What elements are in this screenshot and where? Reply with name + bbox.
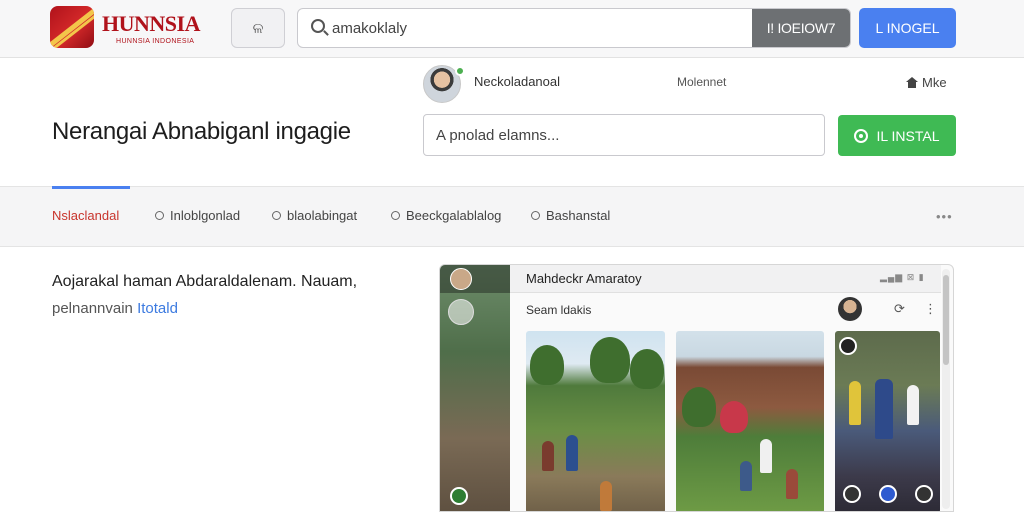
tab-circle-icon (272, 211, 281, 220)
photo-person (875, 379, 893, 439)
photo-person (907, 385, 919, 425)
install-icon (854, 128, 869, 143)
description-subtext: pelnannvain Itotald (52, 300, 178, 317)
home-icon (906, 77, 918, 88)
home-link-label: Mke (922, 75, 947, 90)
description-link[interactable]: Itotald (137, 300, 178, 317)
home-link[interactable]: Mke (906, 75, 947, 90)
search-bar: I! IOEIOW7 (297, 8, 851, 48)
preview-title: Mahdeckr Amaratoy (526, 271, 642, 286)
tab-label: blaolabingat (287, 208, 358, 223)
tab-circle-icon (391, 211, 400, 220)
active-tab-indicator (52, 186, 130, 189)
gallery-photo-1[interactable] (526, 331, 665, 511)
search-button[interactable]: I! IOEIOW7 (752, 9, 850, 47)
photo-person (566, 435, 578, 471)
photo-person (760, 439, 772, 473)
preview-subtitle: Seam ldakis (526, 303, 592, 317)
install-button[interactable]: IL INSTAL (838, 115, 956, 156)
app-switcher-icon: ଳ (252, 19, 264, 37)
photo-action-icon[interactable] (879, 485, 897, 503)
tab-label: Nslaclandal (52, 208, 120, 223)
tab-label: Bashanstal (546, 208, 611, 223)
description-text: Aojarakal haman Abdaraldalenam. Nauam, (52, 273, 358, 290)
more-icon[interactable]: ••• (936, 209, 953, 224)
share-icon[interactable]: ⟳ (894, 301, 905, 317)
tab-bar: Nslaclandal Inloblgonlad blaolabingat Be… (0, 186, 1024, 247)
signal-status-icon: ▂▄▆ ⊠ ▮ (880, 272, 925, 282)
photo-action-icon[interactable] (843, 485, 861, 503)
preview-left-photo (440, 265, 510, 511)
preview-left-action-icon[interactable] (450, 487, 468, 505)
photo-person (542, 441, 554, 471)
gallery-photo-2[interactable] (676, 331, 824, 511)
photo-person (849, 381, 861, 425)
brand-logo-icon[interactable] (50, 6, 94, 48)
description-subtext-label: pelnannvain (52, 300, 133, 317)
photo-tree (630, 349, 664, 389)
user-name[interactable]: Neckoladanoal (474, 74, 560, 89)
photo-person (740, 461, 752, 491)
photo-person (600, 481, 612, 511)
prompt-input[interactable] (423, 114, 825, 156)
preview-left-control-icon[interactable] (448, 299, 474, 325)
preview-window: Mahdeckr Amaratoy ▂▄▆ ⊠ ▮ Seam ldakis ⟳ … (439, 264, 954, 512)
brand-subtitle: HUNNSIA INDONESIA (116, 38, 195, 45)
app-switcher-button[interactable]: ଳ (231, 8, 285, 48)
brand-name[interactable]: HUNNSIA (102, 11, 200, 37)
tab-3[interactable]: blaolabingat (272, 208, 357, 223)
tab-1[interactable]: Nslaclandal (52, 208, 119, 223)
photo-tree (682, 387, 716, 427)
photo-tree (590, 337, 630, 383)
photo-tree (530, 345, 564, 385)
meta-label: Molennet (677, 75, 727, 89)
tab-circle-icon (531, 211, 540, 220)
search-input[interactable] (332, 9, 742, 47)
search-icon (311, 19, 325, 33)
top-bar: HUNNSIA HUNNSIA INDONESIA ଳ I! IOEIOW7 L… (0, 0, 1024, 58)
preview-left-avatar[interactable] (450, 268, 472, 290)
kebab-menu-icon[interactable]: ⋮ (924, 301, 937, 317)
online-status-icon (455, 66, 465, 76)
photo-action-icon[interactable] (915, 485, 933, 503)
photo-person (786, 469, 798, 499)
tab-circle-icon (155, 211, 164, 220)
install-button-label: IL INSTAL (876, 127, 940, 144)
tab-4[interactable]: Beeckgalablalog (391, 208, 501, 223)
tab-label: Inloblgonlad (170, 208, 241, 223)
photo-flowers (720, 401, 748, 433)
tab-label: Beeckgalablalog (406, 208, 502, 223)
login-button[interactable]: L INOGEL (859, 8, 956, 48)
gallery-photo-3[interactable] (835, 331, 940, 511)
tab-5[interactable]: Bashanstal (531, 208, 610, 223)
preview-scrollbar[interactable] (942, 269, 950, 509)
page-title: Nerangai Abnabiganl ingagie (52, 118, 351, 145)
tab-2[interactable]: Inloblgonlad (155, 208, 240, 223)
preview-avatar[interactable] (838, 297, 862, 321)
photo-badge-icon[interactable] (839, 337, 857, 355)
